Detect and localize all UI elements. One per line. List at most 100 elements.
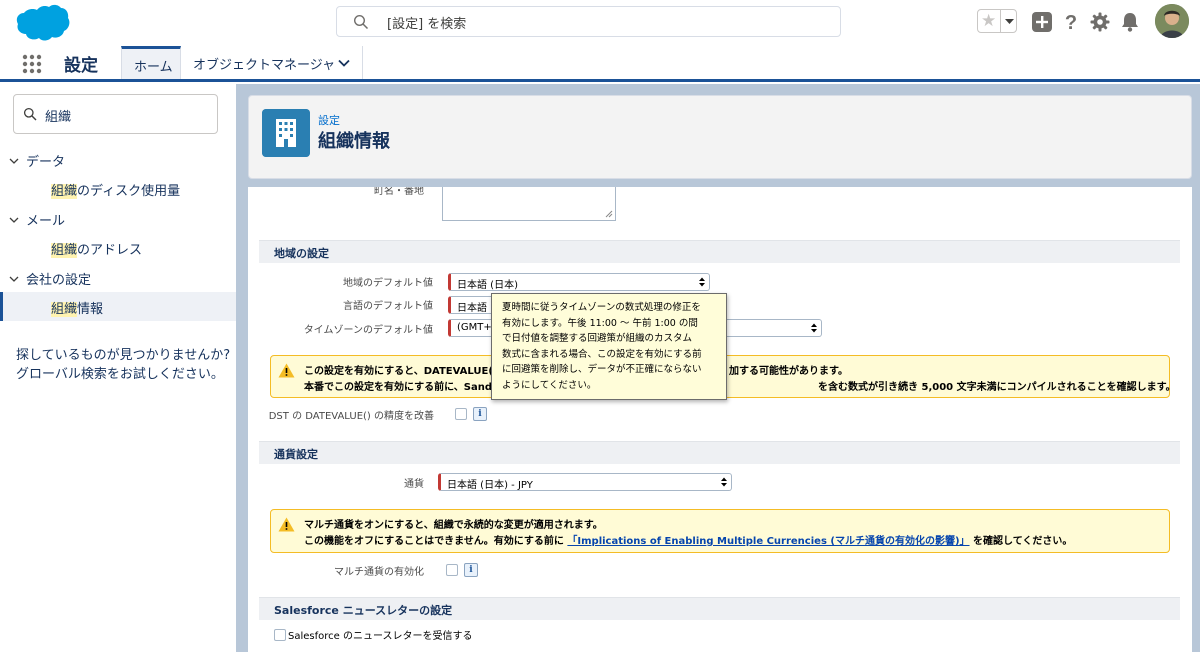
search-placeholder: [設定] を検索	[387, 17, 467, 32]
dst-datevalue-checkbox[interactable]	[455, 408, 467, 420]
search-icon	[353, 14, 369, 30]
newsletter-label: Salesforce のニュースレターを受信する	[288, 631, 473, 642]
section-title: 通貨設定	[274, 448, 318, 461]
tree-group-email[interactable]: メール	[8, 210, 65, 229]
select-arrows-icon	[721, 477, 727, 487]
app-name: 設定	[64, 56, 98, 76]
match-highlight: 組織	[51, 243, 78, 258]
star-icon: ★	[981, 11, 997, 31]
street-textarea[interactable]	[442, 187, 616, 221]
search-icon	[23, 107, 37, 121]
item-text: のアドレス	[77, 243, 143, 258]
item-text: 情報	[77, 302, 104, 317]
section-currency-settings: 通貨設定	[259, 441, 1180, 464]
setup-sidebar: 組織 データ 組織のディスク使用量 メール 組織のアドレス 会社の設定 組織情報…	[0, 84, 236, 652]
dst-help-tooltip: 夏時間に従うタイムゾーンの数式処理の修正を 有効にします。午後 11:00 〜 …	[491, 293, 727, 400]
chevron-down-icon[interactable]	[337, 56, 351, 70]
svg-text:?: ?	[1065, 12, 1077, 33]
multi-currency-checkbox[interactable]	[446, 564, 458, 576]
tree-group-label: 会社の設定	[26, 273, 92, 288]
match-highlight: 組織	[51, 184, 78, 199]
multi-currency-label: マルチ通貨の有効化	[334, 567, 424, 578]
warning-text: この設定を有効にすると、DATEVALUE()	[304, 366, 498, 377]
timezone-label: タイムゾーンのデフォルト値	[303, 325, 433, 336]
no-results-hint: 探しているものが見つかりませんか? グローバル検索をお試しください。	[16, 346, 230, 384]
timezone-select-value: (GMT+	[457, 322, 492, 333]
warning-text: 加する可能性があります。	[729, 366, 848, 377]
hint-line: グローバル検索をお試しください。	[16, 367, 224, 382]
section-title: 地域の設定	[274, 247, 329, 260]
locale-select-value: 日本語 (日本)	[457, 280, 518, 291]
app-launcher-icon[interactable]	[22, 54, 42, 74]
multi-currency-warning: マルチ通貨をオンにすると、組織で永続的な変更が適用されます。 この機能をオフにす…	[270, 509, 1170, 553]
favorites-button[interactable]: ★	[977, 9, 1017, 33]
tab-object-manager-label: オブジェクトマネージャ	[193, 58, 336, 73]
hint-line: 探しているものが見つかりませんか?	[16, 348, 231, 363]
section-locale-settings: 地域の設定	[259, 240, 1180, 263]
global-search-input[interactable]: [設定] を検索	[336, 6, 841, 37]
section-newsletter-settings: Salesforce ニュースレターの設定	[259, 597, 1180, 620]
help-icon[interactable]: ?	[1060, 11, 1082, 33]
currency-select-value: 日本語 (日本) - JPY	[447, 480, 533, 491]
tooltip-line: で日付値を調整する回避策が組織のカスタム	[502, 333, 693, 344]
tree-group-data[interactable]: データ	[8, 151, 65, 170]
caret-down-icon	[1005, 19, 1014, 24]
tooltip-line: 数式に含まれる場合、この設定を有効にする前	[502, 348, 702, 360]
newsletter-checkbox[interactable]	[274, 629, 286, 641]
tooltip-line: 夏時間に従うタイムゾーンの数式処理の修正を	[502, 302, 701, 313]
street-label: 町名・番地	[330, 187, 424, 197]
sidebar-item-org-addresses[interactable]: 組織のアドレス	[0, 233, 236, 262]
setup-gear-icon[interactable]	[1089, 11, 1111, 33]
street-label-text: 町名・番地	[374, 187, 424, 197]
app-navigation-bar: 設定 ホーム オブジェクトマネージャ	[0, 44, 1200, 82]
tooltip-line: 有効にします。午後 11:00 〜 午前 1:00 の間	[502, 317, 698, 329]
chevron-down-icon	[9, 276, 19, 282]
implications-link[interactable]: 「Implications of Enabling Multiple Curre…	[567, 536, 969, 547]
tab-object-manager[interactable]: オブジェクトマネージャ	[181, 46, 363, 79]
warning-text: を含む数式が引き続き 5,000 文字未満にコンパイルされることを確認します。	[818, 382, 1176, 393]
tree-group-company-settings[interactable]: 会社の設定	[8, 269, 91, 288]
select-arrows-icon	[811, 323, 817, 333]
item-text: のディスク使用量	[77, 184, 181, 199]
quick-find-value: 組織	[45, 110, 72, 125]
tree-group-label: データ	[26, 155, 66, 170]
warning-text: を確認してください。	[973, 536, 1073, 547]
tab-home-label: ホーム	[134, 60, 173, 75]
language-label: 言語のデフォルト値	[343, 301, 433, 312]
quick-find-input[interactable]: 組織	[13, 94, 218, 134]
favorites-dropdown-button[interactable]	[1000, 10, 1017, 32]
tooltip-line: に回避策を削除し、データが不正確にならない	[502, 364, 702, 375]
notifications-bell-icon[interactable]	[1119, 11, 1141, 33]
breadcrumb[interactable]: 設定	[318, 112, 340, 128]
warning-text: マルチ通貨をオンにすると、組織で永続的な変更が適用されます。	[304, 520, 603, 531]
locale-select[interactable]: 日本語 (日本)	[448, 273, 710, 291]
page-title: 組織情報	[318, 131, 390, 152]
sidebar-item-label: 組織のアドレス	[51, 239, 142, 258]
sidebar-item-company-information[interactable]: 組織情報	[0, 292, 236, 321]
tooltip-line: ようにしてください。	[502, 379, 597, 391]
user-photo-icon	[1155, 4, 1189, 38]
info-icon[interactable]: i	[473, 407, 487, 421]
dst-datevalue-label: DST の DATEVALUE() の精度を改善	[268, 411, 434, 422]
match-highlight: 組織	[51, 302, 78, 317]
global-actions-add-icon[interactable]	[1031, 11, 1053, 33]
chevron-down-icon	[9, 217, 19, 223]
tab-home[interactable]: ホーム	[121, 46, 181, 79]
building-icon	[262, 109, 310, 157]
warning-icon	[278, 363, 295, 378]
language-select-value: 日本語	[457, 303, 487, 314]
currency-label: 通貨	[404, 479, 424, 490]
warning-text: 本番でこの設定を有効にする前に、Sandb	[304, 382, 500, 393]
tree-group-label: メール	[26, 214, 66, 229]
currency-select[interactable]: 日本語 (日本) - JPY	[438, 473, 732, 491]
salesforce-logo-icon[interactable]	[14, 4, 70, 42]
chevron-down-icon	[9, 158, 19, 164]
user-avatar[interactable]	[1155, 4, 1189, 38]
section-title: Salesforce ニュースレターの設定	[274, 604, 453, 617]
sidebar-item-disk-usage[interactable]: 組織のディスク使用量	[0, 174, 236, 203]
resize-handle-icon[interactable]	[605, 210, 613, 218]
info-icon[interactable]: i	[464, 563, 478, 577]
locale-label: 地域のデフォルト値	[343, 278, 433, 289]
select-arrows-icon	[699, 277, 705, 287]
sidebar-item-label: 組織情報	[51, 298, 103, 317]
